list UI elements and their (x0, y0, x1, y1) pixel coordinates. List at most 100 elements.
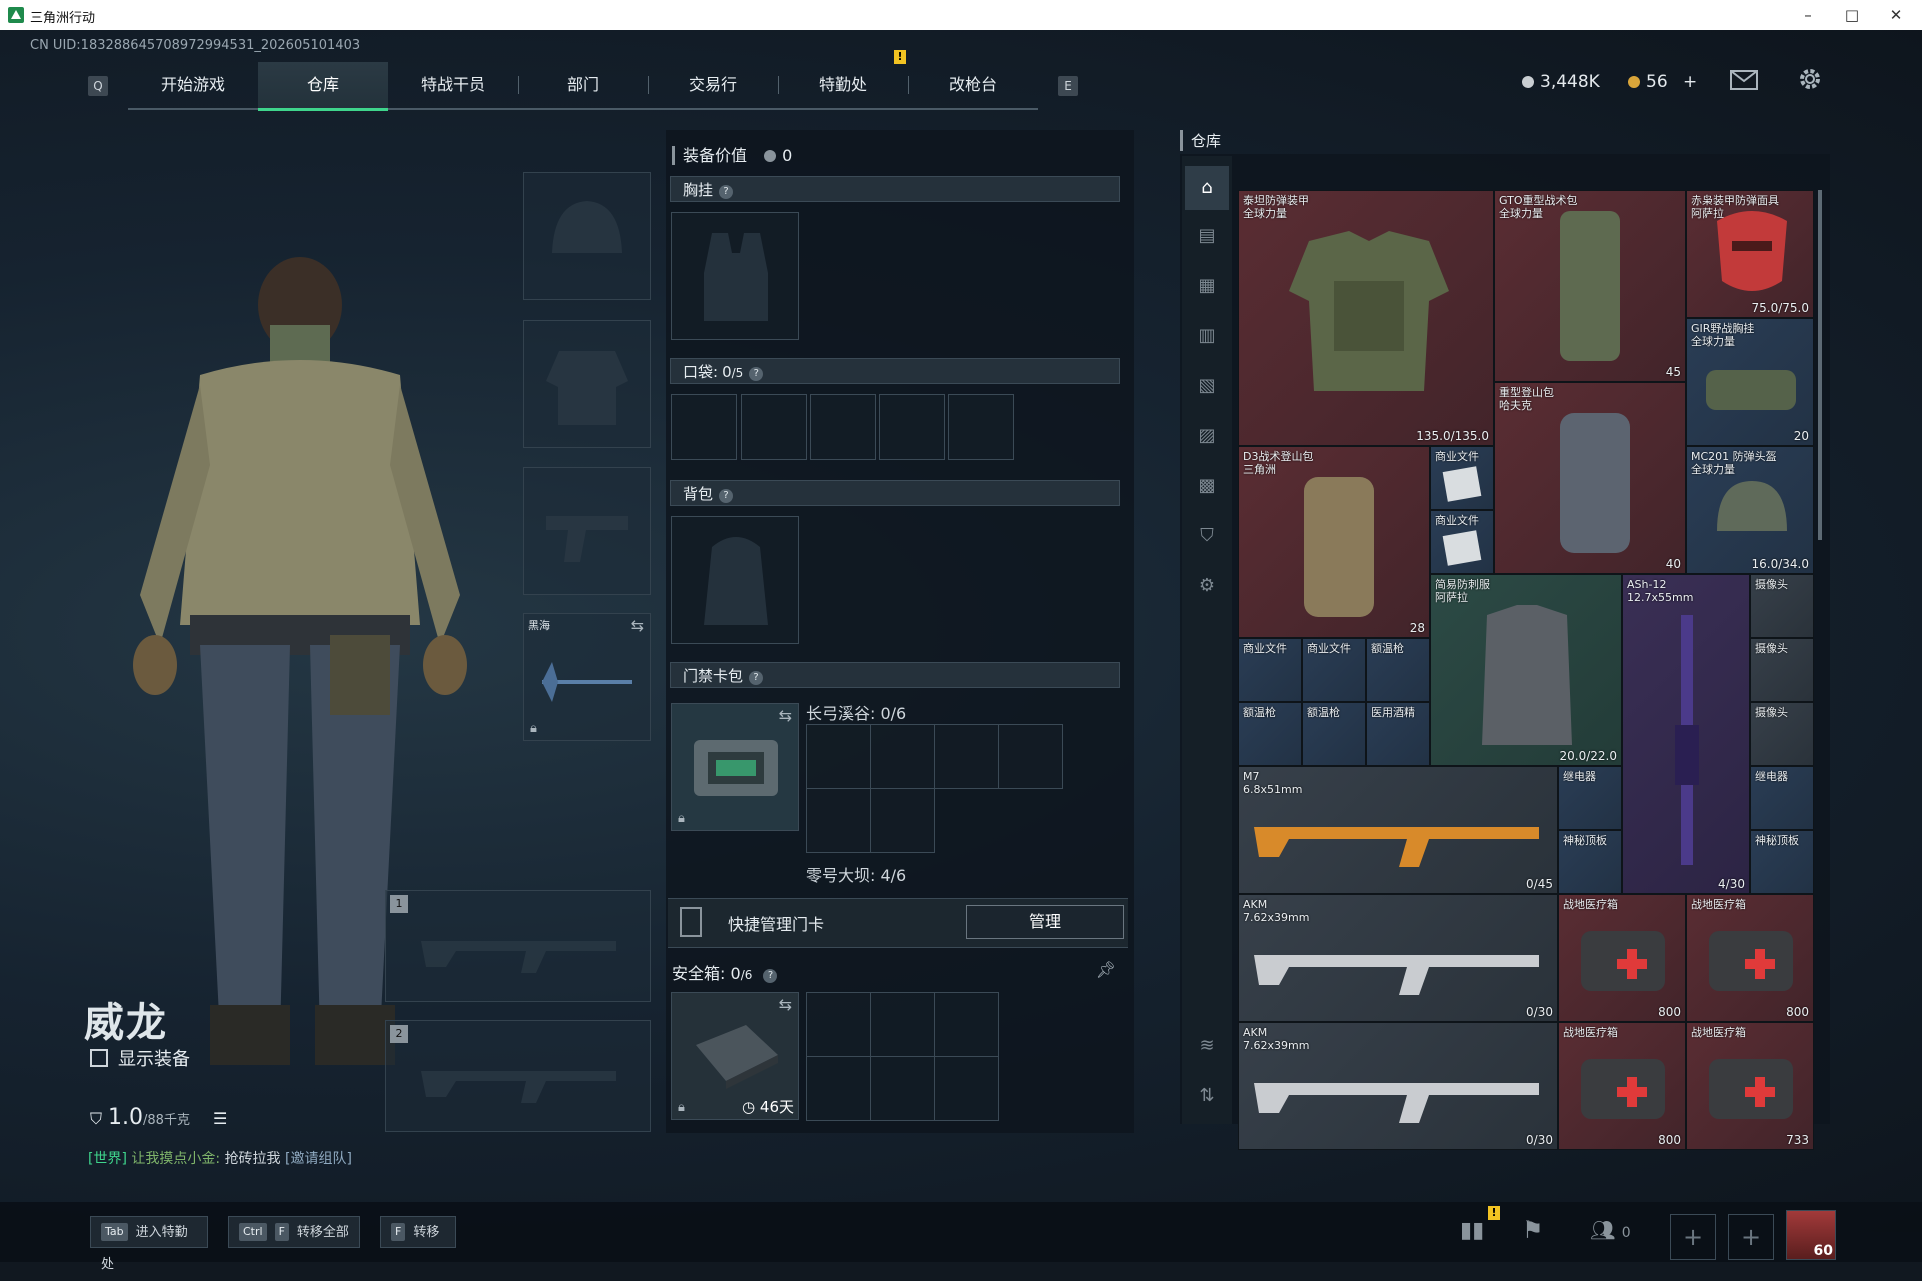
keycard-cell[interactable] (806, 788, 871, 853)
safebox-cell[interactable] (870, 1056, 935, 1121)
chest-rig-slot[interactable] (671, 212, 799, 340)
warehouse-item[interactable]: GTO重型战术包 全球力量 45 (1494, 190, 1686, 382)
tab-trade[interactable]: 交易行 (648, 62, 778, 108)
player-avatar[interactable]: 60 (1786, 1210, 1836, 1260)
warehouse-item[interactable]: 战地医疗箱 800 (1558, 894, 1686, 1022)
transfer-all-button[interactable]: Ctrl F 转移全部 (228, 1216, 360, 1248)
settings-gear-icon[interactable] (1794, 66, 1826, 98)
keycard-cell[interactable] (806, 724, 871, 789)
stats-chart-icon[interactable]: ▮▮ (1460, 1218, 1484, 1243)
warehouse-item[interactable]: GIR野战胸挂 全球力量 20 (1686, 318, 1814, 446)
help-icon[interactable]: ? (719, 489, 734, 503)
warehouse-item[interactable]: 继电器 (1750, 766, 1814, 830)
swap-icon[interactable]: ⇆ (631, 616, 644, 635)
help-icon[interactable]: ? (719, 185, 734, 199)
nav-left-key[interactable]: Q (88, 76, 108, 96)
warehouse-item[interactable]: 商业文件 (1430, 446, 1494, 510)
warehouse-item[interactable]: MC201 防弹头盔 全球力量 16.0/34.0 (1686, 446, 1814, 574)
minimize-button[interactable]: – (1788, 3, 1828, 27)
warehouse-item[interactable]: ASh-12 12.7x55mm 4/30 (1622, 574, 1750, 894)
warehouse-item[interactable]: 战地医疗箱 800 (1686, 894, 1814, 1022)
category-ammo-icon[interactable]: ▩ (1185, 464, 1229, 508)
warehouse-item[interactable]: 简易防刺服 阿萨拉 20.0/22.0 (1430, 574, 1622, 766)
warehouse-item[interactable]: 医用酒精 (1366, 702, 1430, 766)
pistol-slot[interactable] (523, 467, 651, 595)
warehouse-item[interactable]: 赤枭装甲防弹面具 阿萨拉 75.0/75.0 (1686, 190, 1814, 318)
warehouse-item[interactable]: 摄像头 (1750, 574, 1814, 638)
warehouse-item[interactable]: 神秘顶板 (1558, 830, 1622, 894)
flag-icon[interactable]: ⚑ (1522, 1216, 1544, 1244)
keycard-case-slot[interactable]: ⇆ 🔒︎ (671, 703, 799, 831)
swap-icon[interactable]: ⇆ (779, 995, 792, 1014)
safebox-cell[interactable] (934, 992, 999, 1057)
maximize-button[interactable]: □ (1832, 3, 1872, 27)
show-gear-toggle[interactable]: 显示装备 (90, 1045, 190, 1071)
show-gear-checkbox[interactable] (90, 1049, 108, 1067)
help-icon[interactable]: ? (749, 367, 764, 381)
transfer-button[interactable]: F 转移 (380, 1216, 456, 1248)
help-icon[interactable]: ? (749, 671, 764, 685)
category-helmet-icon[interactable]: ▧ (1185, 364, 1229, 408)
warehouse-item[interactable]: 商业文件 (1302, 638, 1366, 702)
keycard-cell[interactable] (934, 724, 999, 789)
safebox-slot[interactable]: ⇆ 🔒︎ ◷ 46天 (671, 992, 799, 1120)
keycard-cell[interactable] (998, 724, 1063, 789)
warehouse-item[interactable]: 摄像头 (1750, 702, 1814, 766)
tab-department[interactable]: 部门 (518, 62, 648, 108)
safebox-cell[interactable] (806, 992, 871, 1057)
warehouse-item[interactable]: M7 6.8x51mm 0/45 (1238, 766, 1558, 894)
nav-right-key[interactable]: E (1058, 76, 1078, 96)
warehouse-item[interactable]: 额温枪 (1302, 702, 1366, 766)
category-backpack-icon[interactable]: ▦ (1185, 264, 1229, 308)
tab-gunsmith[interactable]: 改枪台 (908, 62, 1038, 108)
safebox-cell[interactable] (934, 1056, 999, 1121)
locked-category-icon[interactable]: ⛉ (1185, 514, 1229, 558)
pocket-slot[interactable] (879, 394, 945, 460)
mail-icon[interactable] (1728, 66, 1760, 98)
sort-icon[interactable]: ⇅ (1185, 1074, 1229, 1118)
warehouse-item[interactable]: AKM 7.62x39mm 0/30 (1238, 894, 1558, 1022)
category-weapon-icon[interactable]: ▨ (1185, 414, 1229, 458)
helmet-slot[interactable] (523, 172, 651, 300)
warehouse-all-icon[interactable]: ⌂ (1185, 166, 1229, 210)
world-chat[interactable]: [世界] 让我摸点小金: 抢砖拉我 [邀请组队] (88, 1148, 352, 1168)
warehouse-item[interactable]: AKM 7.62x39mm 0/30 (1238, 1022, 1558, 1150)
warehouse-item[interactable]: 战地医疗箱 800 (1558, 1022, 1686, 1150)
warehouse-item[interactable]: 战地医疗箱 733 (1686, 1022, 1814, 1150)
gold-add-button[interactable]: + (1683, 72, 1697, 92)
safebox-cell[interactable] (870, 992, 935, 1057)
primary-weapon-slot-1[interactable]: 1 (385, 890, 651, 1002)
swap-icon[interactable]: ⇆ (779, 706, 792, 725)
pocket-slot[interactable] (741, 394, 807, 460)
help-icon[interactable]: ? (763, 969, 778, 983)
warehouse-item[interactable]: 神秘顶板 (1750, 830, 1814, 894)
warehouse-item[interactable]: D3战术登山包 三角洲 28 (1238, 446, 1430, 638)
manage-button[interactable]: 管理 (966, 905, 1124, 939)
safebox-cell[interactable] (806, 1056, 871, 1121)
armor-slot[interactable] (523, 320, 651, 448)
enter-special-ops-button[interactable]: Tab 进入特勤处 (90, 1216, 208, 1272)
warehouse-item[interactable]: 重型登山包 哈夫克 40 (1494, 382, 1686, 574)
tab-start-game[interactable]: 开始游戏 (128, 62, 258, 108)
close-button[interactable]: ✕ (1876, 3, 1916, 27)
melee-slot[interactable]: 黑海 ⇆ 🔒︎ (523, 613, 651, 741)
pocket-slot[interactable] (810, 394, 876, 460)
primary-weapon-slot-2[interactable]: 2 (385, 1020, 651, 1132)
tab-special-ops[interactable]: 特勤处 (778, 62, 908, 108)
pin-icon[interactable]: 📌︎ (1096, 960, 1116, 979)
keycard-cell[interactable] (870, 724, 935, 789)
chat-invite-link[interactable]: [邀请组队] (285, 1151, 352, 1167)
tab-operators[interactable]: 特战干员 (388, 62, 518, 108)
keycard-cell[interactable] (870, 788, 935, 853)
pocket-slot[interactable] (948, 394, 1014, 460)
warehouse-item[interactable]: 商业文件 (1430, 510, 1494, 574)
add-squad-member-button[interactable]: + (1728, 1214, 1774, 1260)
add-squad-member-button[interactable]: + (1670, 1214, 1716, 1260)
backpack-slot[interactable] (671, 516, 799, 644)
stack-icon[interactable]: ≋ (1185, 1024, 1229, 1068)
warehouse-item[interactable]: 泰坦防弹装甲 全球力量 135.0/135.0 (1238, 190, 1494, 446)
warehouse-item[interactable]: 商业文件 (1238, 638, 1302, 702)
warehouse-item[interactable]: 摄像头 (1750, 638, 1814, 702)
tab-warehouse[interactable]: 仓库 (258, 62, 388, 111)
category-rig-icon[interactable]: ▥ (1185, 314, 1229, 358)
